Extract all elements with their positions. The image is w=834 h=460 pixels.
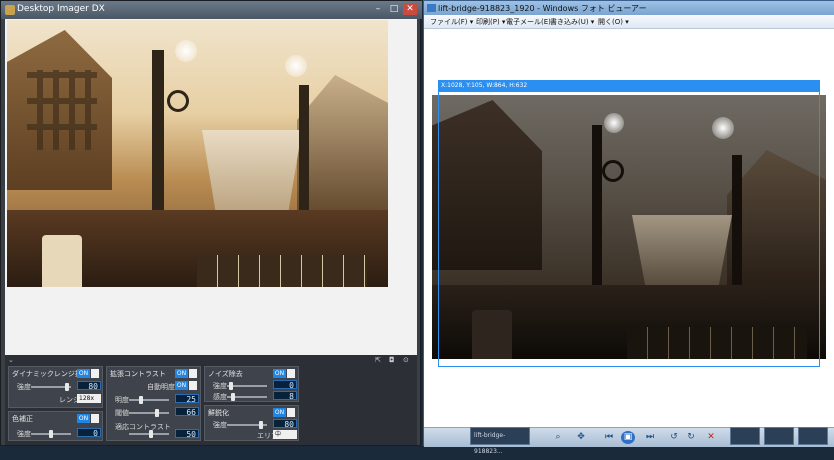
menu-email[interactable]: 電子メール(E) [506, 17, 551, 27]
color-value[interactable]: 0 [77, 428, 101, 438]
group-title: 色補正 [12, 415, 33, 423]
color-slider[interactable] [31, 430, 71, 438]
sharpen-group: 鮮鋭化 ON 強度 80 エリア 中 [204, 405, 299, 441]
brightness-value[interactable]: 25 [175, 394, 199, 404]
strength-slider[interactable] [31, 383, 71, 391]
adjustment-panel: ⌄ ⇱ ◘ ⊙ ダイナミックレンジ拡張 ON 強度 80 レンジ 128x 色補… [5, 355, 417, 445]
brightness-label: 明度 [115, 396, 129, 404]
sensitivity-label: 感度 [213, 393, 227, 401]
selection-info: X:1028, Y:105, W:864, H:632 [438, 80, 820, 91]
adaptive-slider[interactable] [129, 430, 169, 438]
slideshow-icon[interactable]: ▣ [621, 431, 635, 444]
app-icon [5, 5, 15, 15]
maximize-button[interactable]: □ [387, 3, 401, 15]
settings-icon[interactable]: ⊙ [403, 356, 409, 364]
window-title: lift-bridge-918823_1920 - Windows フォト ビュ… [438, 4, 647, 13]
range-dropdown[interactable]: 128x [77, 394, 101, 403]
next-icon[interactable]: ⏭ [643, 431, 657, 444]
taskbar-thumbnail[interactable] [798, 427, 828, 445]
threshold-value[interactable]: 66 [175, 407, 199, 417]
menu-file[interactable]: ファイル(F) ▾ [430, 17, 473, 27]
strength-label: 強度 [17, 383, 31, 391]
adaptive-contrast-label: 適応コントラスト [115, 423, 171, 431]
sharpen-value[interactable]: 80 [273, 419, 297, 429]
export-icon[interactable]: ⇱ [375, 356, 381, 364]
processed-photo [7, 20, 388, 287]
previous-icon[interactable]: ⏮ [602, 431, 616, 444]
rotate-left-icon[interactable]: ↺ [667, 431, 681, 444]
menu-burn[interactable]: 書き込み(U) ▾ [550, 17, 594, 27]
area-dropdown[interactable]: 中 [273, 430, 297, 439]
threshold-label: 閾値 [115, 409, 129, 417]
title-bar[interactable]: lift-bridge-918823_1920 - Windows フォト ビュ… [424, 1, 834, 15]
delete-icon[interactable]: ✕ [704, 431, 718, 444]
taskbar-item[interactable]: lift-bridge-918823... [470, 427, 530, 455]
sensitivity-slider[interactable] [227, 393, 267, 401]
taskbar-thumbnail[interactable] [764, 427, 794, 445]
chevron-down-icon[interactable]: ⌄ [8, 356, 14, 364]
desktop-imager-window: Desktop Imager DX – □ ✕ ⌄ ⇱ ◘ ⊙ ダイナミックレン… [0, 0, 422, 446]
group-title: 拡張コントラスト [110, 370, 166, 378]
strength-label: 強度 [213, 421, 227, 429]
fit-icon[interactable]: ✥ [574, 431, 588, 444]
noise-strength-value[interactable]: 0 [273, 380, 297, 390]
menu-print[interactable]: 印刷(P) ▾ [476, 17, 505, 27]
noise-reduction-group: ノイズ除去 ON 強度 0 感度 8 [204, 366, 299, 402]
group-title: 鮮鋭化 [208, 409, 229, 417]
strength-label: 強度 [17, 430, 31, 438]
strength-value[interactable]: 80 [77, 381, 101, 391]
auto-brightness-label: 自動明度 [147, 383, 175, 391]
title-bar[interactable]: Desktop Imager DX – □ ✕ [1, 1, 422, 19]
minimize-button[interactable]: – [371, 3, 385, 15]
window-title: Desktop Imager DX [17, 4, 105, 14]
dynamic-range-group: ダイナミックレンジ拡張 ON 強度 80 レンジ 128x [8, 366, 103, 408]
camera-icon[interactable]: ◘ [389, 356, 395, 364]
menu-bar: ファイル(F) ▾ 印刷(P) ▾ 電子メール(E) 書き込み(U) ▾ 開く(… [424, 15, 834, 29]
group-title: ノイズ除去 [208, 370, 243, 378]
adaptive-value[interactable]: 50 [175, 429, 199, 439]
menu-open[interactable]: 開く(O) ▾ [598, 17, 629, 27]
color-correction-group: 色補正 ON 強度 0 [8, 411, 103, 441]
taskbar-thumbnail[interactable] [730, 427, 760, 445]
photo-viewer-window: lift-bridge-918823_1920 - Windows フォト ビュ… [423, 0, 834, 447]
sharpen-slider[interactable] [227, 421, 267, 429]
brightness-slider[interactable] [129, 396, 169, 404]
noise-strength-slider[interactable] [227, 382, 267, 390]
threshold-slider[interactable] [129, 409, 169, 417]
local-contrast-group: 拡張コントラスト ON 自動明度 ON 明度 25 閾値 66 適応コントラスト… [106, 366, 201, 441]
rotate-right-icon[interactable]: ↻ [684, 431, 698, 444]
preview-canvas[interactable] [5, 19, 417, 355]
close-button[interactable]: ✕ [403, 3, 417, 15]
zoom-icon[interactable]: ⌕ [551, 431, 565, 444]
sensitivity-value[interactable]: 8 [273, 391, 297, 401]
capture-selection-box[interactable] [438, 91, 820, 367]
photo-viewer-icon [427, 4, 436, 12]
strength-label: 強度 [213, 382, 227, 390]
